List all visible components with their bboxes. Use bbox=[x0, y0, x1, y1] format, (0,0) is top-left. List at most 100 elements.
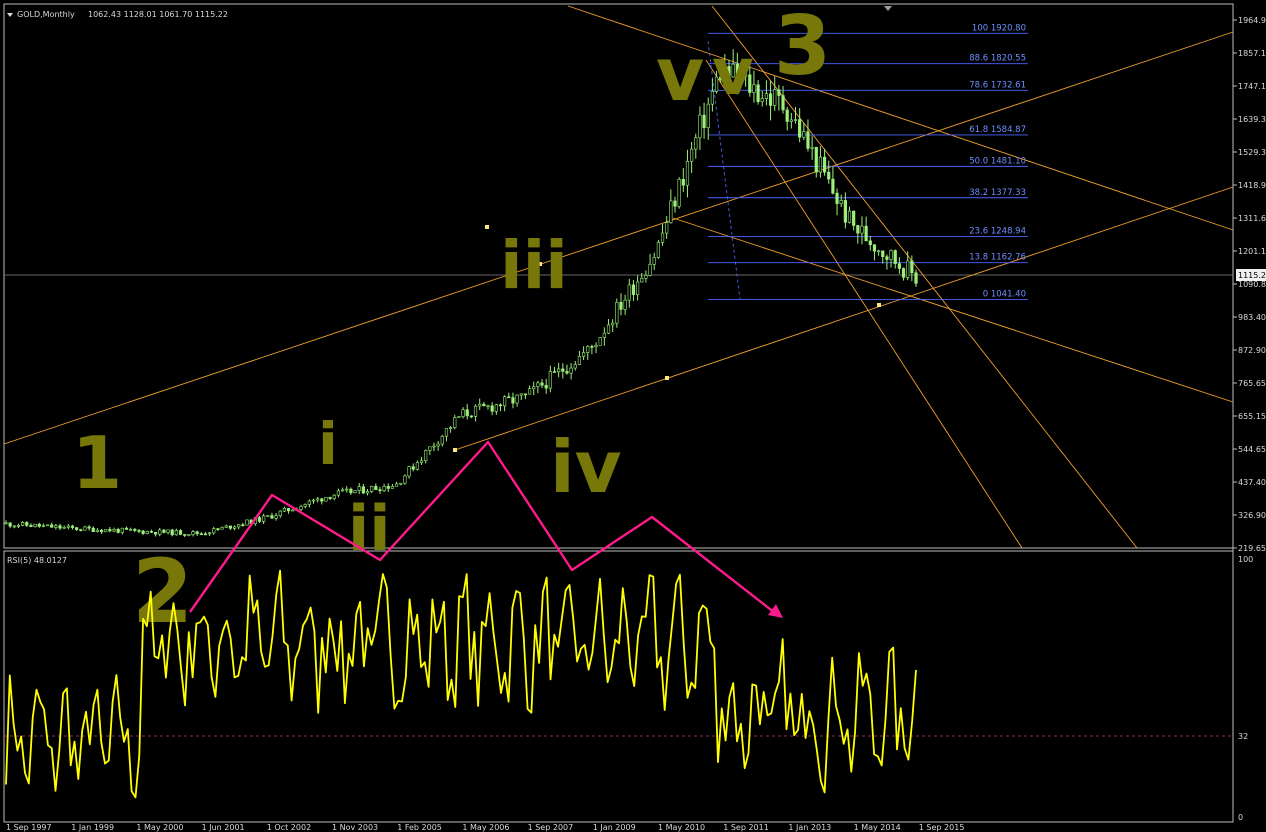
candle-body bbox=[50, 524, 54, 528]
candle-body bbox=[586, 346, 590, 353]
candle-body bbox=[436, 443, 440, 447]
candle-body bbox=[16, 525, 21, 527]
candle-body bbox=[656, 242, 660, 258]
descending-line-2[interactable] bbox=[672, 217, 1234, 403]
candle-body bbox=[469, 415, 473, 418]
anchor-point[interactable] bbox=[453, 448, 457, 452]
candle-body bbox=[112, 529, 116, 532]
candle-body bbox=[906, 260, 910, 278]
candle-body bbox=[21, 522, 25, 526]
candle-body bbox=[694, 137, 698, 150]
candle-body bbox=[345, 488, 349, 491]
candle-body bbox=[316, 498, 320, 501]
candle-body bbox=[565, 371, 569, 374]
fibonacci-retracement[interactable]: 100 1920.80 88.6 1820.55 78.6 1732.61 61.8 … bbox=[707, 23, 1028, 300]
anchor-point[interactable] bbox=[665, 376, 669, 380]
triangle-down-icon[interactable] bbox=[7, 13, 13, 17]
candle-body bbox=[831, 178, 835, 194]
candle-body bbox=[706, 103, 710, 128]
candle-body bbox=[519, 393, 523, 396]
lower-channel-line[interactable] bbox=[454, 186, 1234, 451]
candle-body bbox=[79, 529, 83, 531]
candle-body bbox=[228, 525, 232, 529]
candle-body bbox=[835, 192, 839, 204]
candle-body bbox=[665, 222, 669, 234]
candle-body bbox=[303, 504, 307, 507]
candle-body bbox=[336, 490, 341, 496]
candle-body bbox=[374, 486, 378, 491]
candle-body bbox=[523, 393, 528, 396]
candle-body bbox=[411, 466, 415, 470]
chart-header[interactable]: GOLD,Monthly 1062.43 1128.01 1061.70 111… bbox=[7, 10, 228, 19]
candle-body bbox=[25, 522, 29, 526]
candle-body bbox=[29, 525, 33, 528]
anchor-point[interactable] bbox=[485, 225, 489, 229]
time-tick: 1 Sep 2011 bbox=[723, 823, 769, 832]
candle-body bbox=[644, 275, 648, 279]
candle-body bbox=[141, 530, 145, 534]
candle-body bbox=[822, 156, 827, 173]
candle-body bbox=[419, 460, 424, 463]
candle-body bbox=[33, 523, 37, 528]
price-tick: 872.90 bbox=[1238, 346, 1266, 355]
candle-body bbox=[332, 494, 336, 499]
candle-body bbox=[627, 284, 631, 301]
candle-body bbox=[41, 525, 45, 527]
candle-body bbox=[12, 525, 16, 528]
candle-body bbox=[673, 200, 677, 207]
candle-body bbox=[860, 225, 864, 234]
candle-body bbox=[764, 93, 769, 99]
candle-body bbox=[511, 397, 515, 404]
candle-body bbox=[91, 527, 95, 532]
time-tick: 1 Feb 2005 bbox=[397, 823, 442, 832]
candle-body bbox=[291, 509, 295, 512]
candle-body bbox=[798, 119, 802, 138]
wave-label-2: 2 bbox=[132, 540, 193, 643]
candle-body bbox=[104, 529, 108, 533]
time-tick: 1 May 2014 bbox=[854, 823, 901, 832]
candle-body bbox=[203, 533, 208, 536]
candle-body bbox=[681, 179, 685, 186]
candle-body bbox=[195, 531, 199, 535]
price-tick: 655.15 bbox=[1238, 412, 1266, 421]
time-tick: 1 Oct 2002 bbox=[267, 823, 311, 832]
candle-body bbox=[893, 250, 897, 264]
candle-body bbox=[561, 368, 565, 372]
price-tick: 1857.10 bbox=[1238, 49, 1266, 58]
gold-monthly-chart[interactable]: GOLD,Monthly 1062.43 1128.01 1061.70 111… bbox=[0, 0, 1266, 832]
candle-body bbox=[45, 524, 50, 527]
candle-body bbox=[914, 272, 918, 284]
candle-body bbox=[818, 156, 823, 173]
candle-body bbox=[910, 260, 914, 274]
candle-body bbox=[133, 528, 137, 531]
upper-channel-line[interactable] bbox=[3, 31, 1234, 445]
candle-body bbox=[266, 515, 270, 517]
candle-body bbox=[885, 256, 889, 260]
price-tick: 1418.90 bbox=[1238, 181, 1266, 190]
candle-body bbox=[503, 396, 507, 407]
candle-body bbox=[640, 278, 644, 283]
time-tick: 1 Sep 2007 bbox=[528, 823, 574, 832]
candle-body bbox=[120, 527, 124, 533]
scroll-marker-icon[interactable] bbox=[884, 6, 892, 11]
candle-body bbox=[245, 519, 249, 526]
anchor-point[interactable] bbox=[877, 303, 881, 307]
candle-body bbox=[220, 526, 224, 530]
candle-body bbox=[881, 250, 885, 257]
candle-body bbox=[852, 210, 856, 226]
candle-body bbox=[187, 534, 191, 536]
candle-body bbox=[307, 500, 311, 505]
candle-body bbox=[58, 525, 62, 529]
candle-body bbox=[95, 529, 100, 532]
candle-body bbox=[532, 386, 536, 390]
candle-body bbox=[320, 498, 324, 502]
candle-body bbox=[108, 529, 112, 532]
candle-body bbox=[652, 257, 656, 265]
candle-body bbox=[581, 352, 586, 357]
candle-body bbox=[153, 531, 158, 535]
candle-body bbox=[440, 435, 444, 445]
wave-label-v1: v bbox=[656, 32, 704, 118]
candle-body bbox=[37, 523, 41, 527]
candle-body bbox=[760, 98, 764, 102]
rsi-tick: 0 bbox=[1238, 813, 1243, 822]
